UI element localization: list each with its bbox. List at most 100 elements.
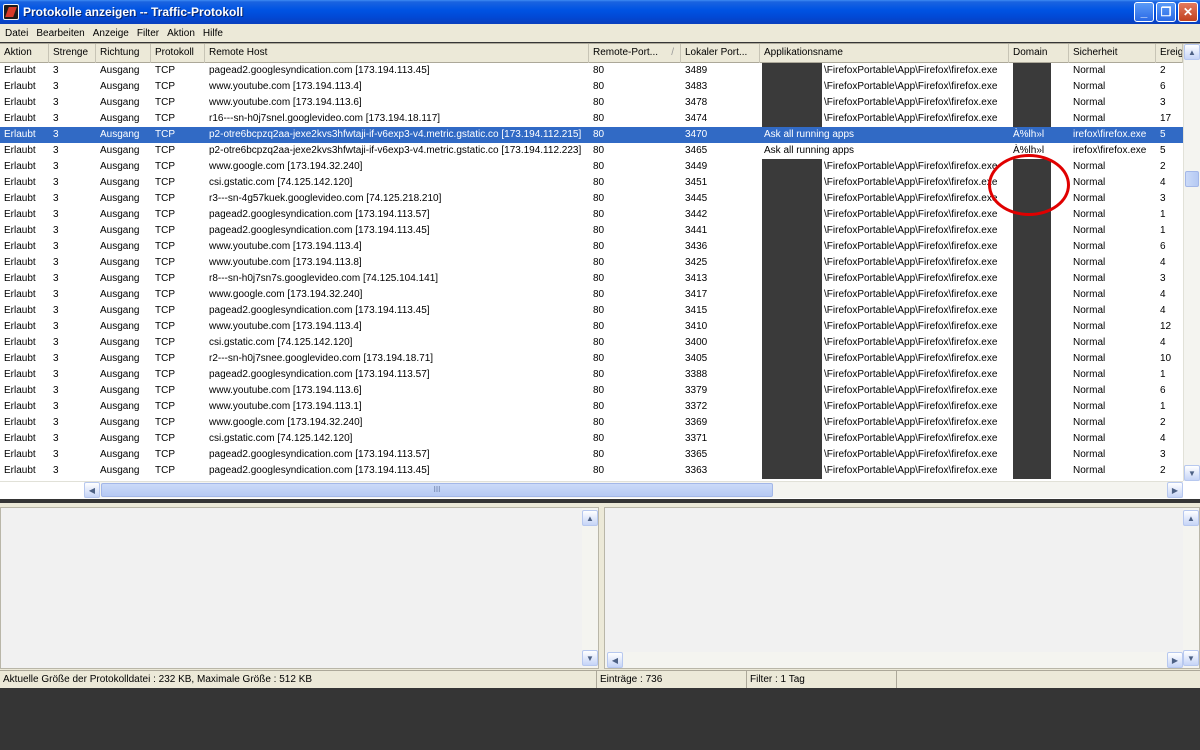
status-filter: Filter : 1 Tag: [747, 671, 897, 688]
cell-remote-port: 80: [593, 273, 605, 284]
cell-protokoll: TCP: [155, 65, 175, 76]
horizontal-scrollbar[interactable]: ◀ III ▶: [0, 481, 1183, 498]
scroll-right-button[interactable]: ▶: [1167, 482, 1183, 498]
scroll-left-button[interactable]: ◀: [84, 482, 100, 498]
menu-filter[interactable]: Filter: [137, 28, 159, 39]
cell-domain: À%lh»l: [1009, 127, 1069, 143]
table-row[interactable]: Erlaubt 3 Ausgang TCP www.youtube.com [173.1…: [0, 95, 1183, 111]
table-row[interactable]: Erlaubt 3 Ausgang TCP p2-otre6bcpzq2aa-jexe2…: [0, 143, 1183, 159]
table-row[interactable]: Erlaubt 3 Ausgang TCP www.google.com [173.19…: [0, 287, 1183, 303]
traffic-log-list[interactable]: Aktion Strenge Richtung Protokoll Remote…: [0, 43, 1200, 499]
pane-right-scroll-right[interactable]: ▶: [1167, 652, 1183, 668]
column-protokoll[interactable]: Protokoll: [151, 44, 205, 63]
table-row[interactable]: Erlaubt 3 Ausgang TCP www.google.com [173.19…: [0, 159, 1183, 175]
cell-strenge: 3: [53, 401, 59, 412]
table-row[interactable]: Erlaubt 3 Ausgang TCP csi.gstatic.com [74.12…: [0, 431, 1183, 447]
pane-left-vertical-scrollbar[interactable]: ▲ ▼: [582, 508, 598, 668]
column-strenge[interactable]: Strenge: [49, 44, 96, 63]
column-lokaler-port[interactable]: Lokaler Port...: [681, 44, 760, 63]
title-bar[interactable]: Protokolle anzeigen -- Traffic-Protokoll…: [0, 0, 1200, 24]
cell-strenge: 3: [53, 113, 59, 124]
table-row[interactable]: Erlaubt 3 Ausgang TCP pagead2.googlesyndicat…: [0, 223, 1183, 239]
column-ereignisse[interactable]: Ereig: [1156, 44, 1183, 63]
cell-aktion: Erlaubt: [4, 241, 36, 252]
table-row[interactable]: Erlaubt 3 Ausgang TCP r8---sn-h0j7sn7s.googl…: [0, 271, 1183, 287]
vertical-scrollbar[interactable]: ▲ ▼: [1183, 44, 1200, 481]
cell-applikationsname: \FirefoxPortable\App\Firefox\firefox.exe: [760, 431, 1009, 447]
column-remote-port[interactable]: Remote-Port... /: [589, 44, 681, 63]
vertical-scroll-thumb[interactable]: [1185, 171, 1199, 187]
cell-strenge: 3: [53, 81, 59, 92]
menu-datei[interactable]: Datei: [5, 28, 28, 39]
table-row[interactable]: Erlaubt 3 Ausgang TCP www.youtube.com [173.1…: [0, 319, 1183, 335]
scroll-up-button[interactable]: ▲: [1184, 44, 1200, 60]
restore-button[interactable]: ❐: [1156, 2, 1176, 22]
table-row[interactable]: Erlaubt 3 Ausgang TCP www.youtube.com [173.1…: [0, 255, 1183, 271]
column-sicherheit[interactable]: Sicherheit: [1069, 44, 1156, 63]
cell-lokaler-port: 3413: [685, 273, 708, 284]
menu-aktion[interactable]: Aktion: [167, 28, 195, 39]
table-row[interactable]: Erlaubt 3 Ausgang TCP r2---sn-h0j7snee.googl…: [0, 351, 1183, 367]
horizontal-scroll-thumb[interactable]: III: [101, 483, 773, 497]
cell-remote-host: www.youtube.com [173.194.113.6]: [209, 385, 362, 396]
table-row[interactable]: Erlaubt 3 Ausgang TCP www.youtube.com [173.1…: [0, 399, 1183, 415]
cell-remote-host: www.youtube.com [173.194.113.4]: [209, 241, 362, 252]
column-remote-host[interactable]: Remote Host: [205, 44, 589, 63]
redaction-block: [762, 223, 822, 239]
table-row[interactable]: Erlaubt 3 Ausgang TCP csi.gstatic.com [74.12…: [0, 335, 1183, 351]
minimize-button[interactable]: _: [1134, 2, 1154, 22]
table-row[interactable]: Erlaubt 3 Ausgang TCP r16---sn-h0j7snel.goog…: [0, 111, 1183, 127]
cell-lokaler-port: 3410: [685, 321, 708, 332]
app-path: \FirefoxPortable\App\Firefox\firefox.exe: [824, 401, 998, 412]
pane-right-scroll-down[interactable]: ▼: [1183, 650, 1199, 666]
app-path: \FirefoxPortable\App\Firefox\firefox.exe: [824, 273, 998, 284]
table-row[interactable]: Erlaubt 3 Ausgang TCP pagead2.googlesyndicat…: [0, 367, 1183, 383]
redaction-block: [1013, 175, 1051, 191]
app-icon[interactable]: [3, 4, 19, 20]
cell-applikationsname: \FirefoxPortable\App\Firefox\firefox.exe: [760, 191, 1009, 207]
pane-right-scroll-up[interactable]: ▲: [1183, 510, 1199, 526]
scroll-down-button[interactable]: ▼: [1184, 465, 1200, 481]
column-applikationsname[interactable]: Applikationsname: [760, 44, 1009, 63]
cell-ereignisse: 6: [1160, 385, 1166, 396]
cell-applikationsname: \FirefoxPortable\App\Firefox\firefox.exe: [760, 255, 1009, 271]
app-path: \FirefoxPortable\App\Firefox\firefox.exe: [824, 305, 998, 316]
cell-applikationsname: \FirefoxPortable\App\Firefox\firefox.exe: [760, 399, 1009, 415]
redaction-block: [762, 335, 822, 351]
table-row[interactable]: Erlaubt 3 Ausgang TCP pagead2.googlesyndicat…: [0, 207, 1183, 223]
table-row[interactable]: Erlaubt 3 Ausgang TCP r3---sn-4g57kuek.googl…: [0, 191, 1183, 207]
detail-pane-right[interactable]: ▲ ▼ ◀ ▶: [604, 507, 1200, 669]
table-row[interactable]: Erlaubt 3 Ausgang TCP www.youtube.com [173.1…: [0, 79, 1183, 95]
table-row[interactable]: Erlaubt 3 Ausgang TCP www.google.com [173.19…: [0, 415, 1183, 431]
cell-applikationsname: \FirefoxPortable\App\Firefox\firefox.exe: [760, 223, 1009, 239]
cell-sicherheit: Normal: [1073, 417, 1106, 428]
cell-sicherheit: Normal: [1073, 161, 1106, 172]
menu-hilfe[interactable]: Hilfe: [203, 28, 223, 39]
cell-domain: [1009, 287, 1069, 303]
table-row[interactable]: Erlaubt 3 Ausgang TCP pagead2.googlesyndicat…: [0, 463, 1183, 479]
pane-right-vertical-scrollbar[interactable]: ▲ ▼: [1183, 508, 1199, 668]
close-button[interactable]: ✕: [1178, 2, 1198, 22]
pane-left-scroll-up[interactable]: ▲: [582, 510, 598, 526]
cell-remote-host: p2-otre6bcpzq2aa-jexe2kvs3hfwtaji-if-v6e…: [209, 145, 582, 156]
pane-right-scroll-left[interactable]: ◀: [607, 652, 623, 668]
pane-right-horizontal-scrollbar[interactable]: ◀ ▶: [605, 652, 1183, 668]
cell-aktion: Erlaubt: [4, 65, 36, 76]
pane-left-scroll-down[interactable]: ▼: [582, 650, 598, 666]
app-path: \FirefoxPortable\App\Firefox\firefox.exe: [824, 337, 998, 348]
menu-anzeige[interactable]: Anzeige: [93, 28, 129, 39]
table-row[interactable]: Erlaubt 3 Ausgang TCP pagead2.googlesyndicat…: [0, 447, 1183, 463]
table-row[interactable]: Erlaubt 3 Ausgang TCP pagead2.googlesyndicat…: [0, 63, 1183, 79]
table-row[interactable]: Erlaubt 3 Ausgang TCP www.youtube.com [173.1…: [0, 383, 1183, 399]
cell-remote-port: 80: [593, 145, 605, 156]
column-richtung[interactable]: Richtung: [96, 44, 151, 63]
column-domain[interactable]: Domain: [1009, 44, 1069, 63]
cell-sicherheit: Normal: [1073, 289, 1106, 300]
column-aktion[interactable]: Aktion: [0, 44, 49, 63]
menu-bearbeiten[interactable]: Bearbeiten: [36, 28, 84, 39]
table-row[interactable]: Erlaubt 3 Ausgang TCP www.youtube.com [173.1…: [0, 239, 1183, 255]
table-row[interactable]: Erlaubt 3 Ausgang TCP csi.gstatic.com [74.12…: [0, 175, 1183, 191]
table-row[interactable]: Erlaubt 3 Ausgang TCP p2-otre6bcpzq2aa-jexe2…: [0, 127, 1183, 143]
table-row[interactable]: Erlaubt 3 Ausgang TCP pagead2.googlesyndicat…: [0, 303, 1183, 319]
detail-pane-left[interactable]: ▲ ▼: [0, 507, 599, 669]
